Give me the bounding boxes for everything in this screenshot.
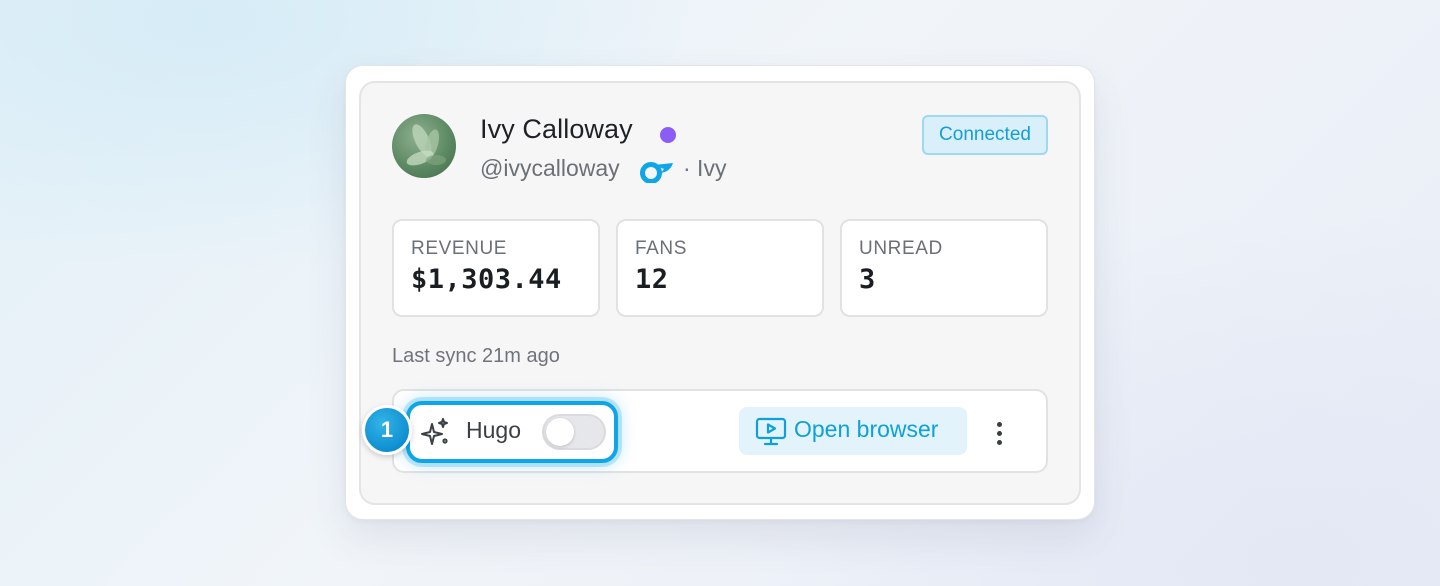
stat-value: $1,303.44 (411, 264, 562, 295)
monitor-play-icon (755, 417, 787, 447)
online-status-dot (660, 127, 676, 143)
hugo-toggle-switch[interactable] (542, 414, 606, 450)
account-panel: Ivy Calloway @ivycalloway · Ivy Connecte… (359, 81, 1081, 505)
stat-label: FANS (635, 238, 688, 259)
more-vertical-icon[interactable] (984, 413, 1014, 453)
toggle-knob (546, 418, 574, 446)
hugo-assistant-toggle-group[interactable]: Hugo (406, 401, 618, 463)
profile-handle: @ivycalloway (480, 155, 620, 181)
step-number-badge: 1 (362, 405, 412, 455)
open-browser-button[interactable]: Open browser (739, 407, 967, 455)
connection-status-badge: Connected (922, 115, 1048, 155)
profile-alias: · Ivy (683, 155, 727, 181)
platform-logo-icon (640, 159, 674, 184)
open-browser-label: Open browser (794, 416, 939, 442)
hugo-label: Hugo (466, 417, 521, 443)
avatar (392, 114, 456, 178)
last-sync-text: Last sync 21m ago (392, 345, 560, 367)
stat-label: REVENUE (411, 238, 508, 259)
account-card: Ivy Calloway @ivycalloway · Ivy Connecte… (345, 65, 1095, 520)
sparkle-icon (420, 417, 450, 447)
stat-revenue: REVENUE $1,303.44 (392, 219, 600, 317)
profile-name: Ivy Calloway (480, 114, 633, 144)
stat-value: 3 (859, 264, 876, 295)
stat-unread: UNREAD 3 (840, 219, 1048, 317)
stat-label: UNREAD (859, 238, 943, 259)
avatar-image (406, 124, 446, 166)
stat-value: 12 (635, 264, 669, 295)
action-bar: Hugo 1 Open browser (362, 389, 1048, 473)
stat-fans: FANS 12 (616, 219, 824, 317)
